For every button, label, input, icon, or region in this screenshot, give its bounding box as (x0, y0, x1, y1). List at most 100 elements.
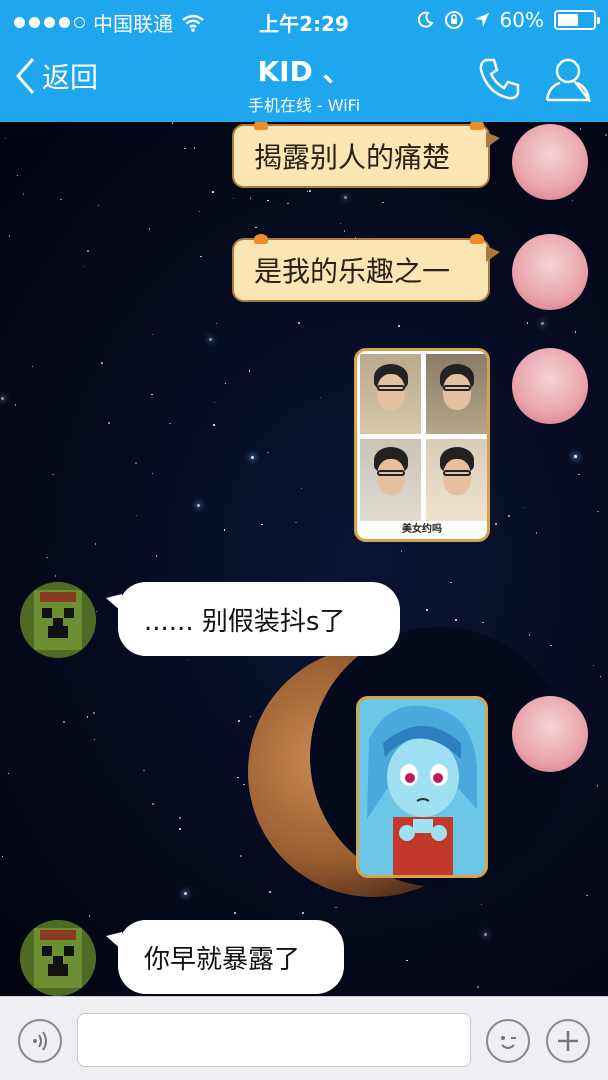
star (60, 198, 62, 201)
star (398, 325, 400, 327)
star (450, 581, 452, 584)
photo-tile (360, 354, 421, 434)
creeper-icon (20, 582, 96, 658)
sent-image-photo-grid[interactable]: 美女约吗 (354, 348, 490, 542)
message-text: 揭露别人的痛楚 (254, 141, 451, 174)
battery-icon (554, 10, 600, 30)
star (8, 235, 11, 237)
my-avatar[interactable] (512, 348, 588, 424)
star (86, 716, 89, 718)
star (54, 575, 57, 577)
star (169, 422, 171, 425)
star (82, 265, 85, 268)
star (261, 523, 263, 525)
status-right: 60% (416, 8, 600, 32)
star (151, 333, 154, 335)
star (319, 396, 322, 399)
creeper-icon (20, 920, 96, 996)
star (151, 472, 154, 475)
star (597, 510, 599, 513)
star (455, 619, 457, 621)
star (541, 321, 545, 325)
star (135, 462, 137, 464)
my-avatar[interactable] (512, 696, 588, 772)
star (46, 556, 48, 559)
star (95, 610, 98, 613)
star (484, 933, 487, 937)
star (526, 322, 529, 324)
star (302, 912, 304, 914)
status-bar: 中国联通 上午2:29 60% (0, 0, 608, 40)
star (249, 715, 252, 718)
star (249, 197, 252, 199)
star (298, 322, 300, 324)
star (200, 255, 202, 258)
star (63, 721, 65, 723)
my-avatar[interactable] (512, 234, 588, 310)
friend-avatar[interactable] (20, 920, 96, 996)
emoji-button[interactable] (486, 1019, 530, 1063)
star (234, 912, 236, 914)
star (586, 894, 588, 897)
chat-area[interactable]: 揭露别人的痛楚 是我的乐趣之一 美女约吗 ...... 别假装抖s了 你早就暴露… (0, 122, 608, 996)
star (605, 134, 607, 136)
message-bubble-sent[interactable]: 是我的乐趣之一 (232, 234, 500, 302)
phone-icon[interactable] (476, 56, 522, 102)
star (213, 401, 216, 404)
chat-header: 返回 KID 、 手机在线 - WiFi (0, 40, 608, 122)
plus-button[interactable] (546, 1019, 590, 1063)
profile-icon[interactable] (544, 56, 592, 102)
voice-button[interactable] (18, 1019, 62, 1063)
star (237, 776, 239, 779)
message-text: 你早就暴露了 (144, 944, 301, 975)
star (579, 128, 582, 130)
my-avatar[interactable] (512, 124, 588, 200)
voice-icon (33, 1031, 47, 1051)
message-bubble-sent[interactable]: 揭露别人的痛楚 (232, 122, 500, 188)
star (108, 422, 110, 424)
star (550, 644, 552, 646)
star (187, 658, 190, 661)
star (155, 555, 158, 557)
star (578, 473, 580, 476)
star (97, 204, 100, 207)
star (93, 712, 95, 714)
sent-image-cartoon[interactable] (356, 696, 488, 878)
star (198, 210, 201, 213)
star (52, 473, 54, 476)
star (240, 855, 242, 857)
star (574, 331, 577, 333)
star (224, 382, 227, 385)
star (135, 514, 138, 517)
plus-icon (558, 1031, 578, 1051)
battery-percent: 60% (499, 8, 544, 32)
star (93, 738, 96, 741)
message-bubble-received[interactable]: ...... 别假装抖s了 (106, 582, 400, 656)
star (215, 322, 218, 325)
star (87, 250, 89, 252)
star (508, 515, 510, 517)
battery-fill (558, 14, 579, 26)
friend-avatar[interactable] (20, 582, 96, 658)
star (213, 424, 215, 426)
star (267, 451, 269, 454)
star (148, 228, 151, 230)
star (482, 621, 484, 624)
star (196, 504, 200, 508)
photo-tile (426, 439, 487, 521)
star (574, 455, 578, 459)
star (238, 720, 240, 722)
message-input[interactable] (77, 1013, 471, 1067)
star (22, 193, 25, 195)
star (212, 191, 214, 193)
star (248, 370, 251, 372)
star (400, 550, 403, 552)
star (101, 362, 103, 364)
star (243, 783, 245, 786)
message-bubble-received[interactable]: 你早就暴露了 (106, 920, 344, 994)
star (599, 675, 602, 678)
star (4, 137, 7, 140)
star (184, 147, 186, 150)
star (208, 338, 212, 342)
star (232, 197, 235, 200)
